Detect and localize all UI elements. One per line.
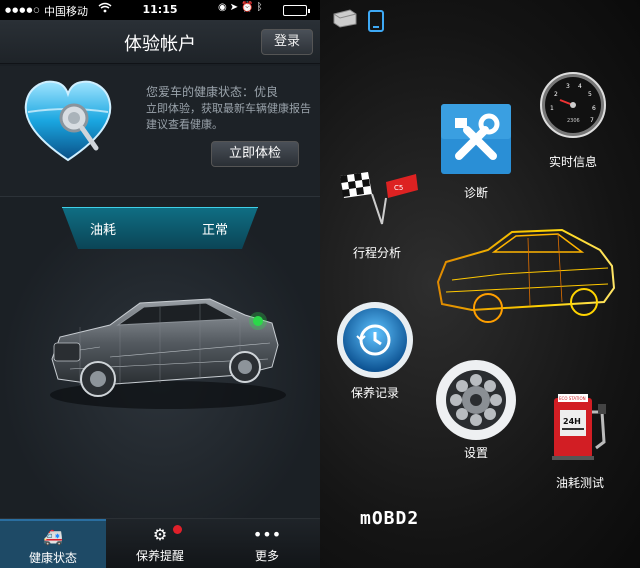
- left-screen: ●●●●○ 中国移动 11:15 ◉➤⏰ᛒ 体验帐户 登录 您爱车的健康状态：优…: [0, 0, 320, 568]
- health-description: 立即体验，获取最新车辆健康报告建议查看健康。: [146, 102, 311, 131]
- svg-text:C5: C5: [394, 184, 403, 192]
- tab-health-status[interactable]: 🚑 健康状态: [0, 519, 106, 568]
- gauge-odometer: 2306: [567, 118, 580, 124]
- alarm-icon: ⏰: [241, 2, 257, 13]
- maintenance-record-label[interactable]: 保养记录: [330, 384, 420, 401]
- fuel-status-banner[interactable]: 油耗 正常: [62, 207, 258, 249]
- fuel-pump-icon[interactable]: ECO STATION 24H: [548, 392, 612, 464]
- maintenance-record-icon[interactable]: [335, 300, 415, 380]
- system-icons: ◉➤⏰ᛒ: [218, 2, 266, 13]
- fuel-station-sign: ECO STATION: [559, 396, 586, 401]
- phone-icon[interactable]: [368, 10, 384, 32]
- arrow-icon: ➤: [229, 2, 242, 13]
- gauge-tick: 5: [588, 91, 592, 98]
- fuel-test-label[interactable]: 油耗测试: [535, 474, 625, 491]
- obd-device-icon[interactable]: [332, 8, 358, 28]
- gauge-tick: 4: [578, 83, 582, 90]
- health-panel: 您爱车的健康状态：优良 立即体验，获取最新车辆健康报告建议查看健康。 立即体检: [0, 66, 320, 196]
- diagnosis-tools-icon[interactable]: [441, 104, 511, 174]
- nav-bar: 体验帐户 登录: [0, 20, 320, 64]
- tab-label: 健康状态: [28, 551, 77, 565]
- app-logo: mOBD2: [360, 508, 420, 529]
- tab-bar: 🚑 健康状态 ⚙ 保养提醒 ••• 更多: [0, 518, 320, 568]
- car-wireframe-image: [50, 298, 286, 409]
- settings-gear-icon[interactable]: [434, 358, 518, 442]
- gauge-tick: 6: [592, 105, 596, 112]
- gauge-tick: 2: [554, 91, 558, 98]
- tab-more[interactable]: ••• 更多: [214, 519, 320, 568]
- health-status-text: 您爱车的健康状态：优良: [146, 85, 279, 99]
- trip-analysis-label[interactable]: 行程分析: [332, 244, 422, 261]
- check-now-button[interactable]: 立即体检: [211, 141, 299, 167]
- realtime-info-label[interactable]: 实时信息: [528, 153, 618, 170]
- more-icon: •••: [252, 525, 282, 544]
- notification-badge: [173, 525, 182, 534]
- gauge-tick: 1: [550, 105, 554, 112]
- bluetooth-icon: ᛒ: [256, 2, 266, 13]
- gauge-tick: 7: [590, 117, 594, 124]
- fuel-label: 油耗: [90, 223, 117, 238]
- car-icon: 🚑: [43, 527, 63, 546]
- fuel-status: 正常: [202, 223, 229, 238]
- tab-label: 更多: [254, 549, 279, 563]
- fuel-display-text: 24H: [563, 417, 581, 426]
- speedometer-icon[interactable]: 3 4 2 5 1 6 7 2306: [540, 72, 606, 138]
- car-outline-image: [436, 228, 616, 323]
- gauge-tick: 3: [566, 83, 570, 90]
- tab-maintenance-reminder[interactable]: ⚙ 保养提醒: [107, 519, 213, 568]
- car-stage: 油耗 正常: [0, 196, 320, 518]
- status-bar: ●●●●○ 中国移动 11:15 ◉➤⏰ᛒ: [0, 0, 320, 20]
- tab-label: 保养提醒: [135, 549, 184, 563]
- location-icon: ◉: [218, 2, 230, 13]
- diagnosis-label[interactable]: 诊断: [431, 184, 521, 201]
- right-screen: 3 4 2 5 1 6 7 2306 实时信息 诊断 C5 行程分析 保养记录 …: [320, 0, 640, 568]
- clock: 11:15: [142, 3, 178, 16]
- battery-icon: [283, 5, 310, 16]
- heart-stethoscope-icon: [24, 80, 112, 162]
- maintenance-icon: ⚙: [152, 525, 168, 544]
- settings-label[interactable]: 设置: [431, 444, 521, 461]
- racing-flags-icon[interactable]: C5: [338, 168, 420, 228]
- login-button[interactable]: 登录: [261, 29, 313, 55]
